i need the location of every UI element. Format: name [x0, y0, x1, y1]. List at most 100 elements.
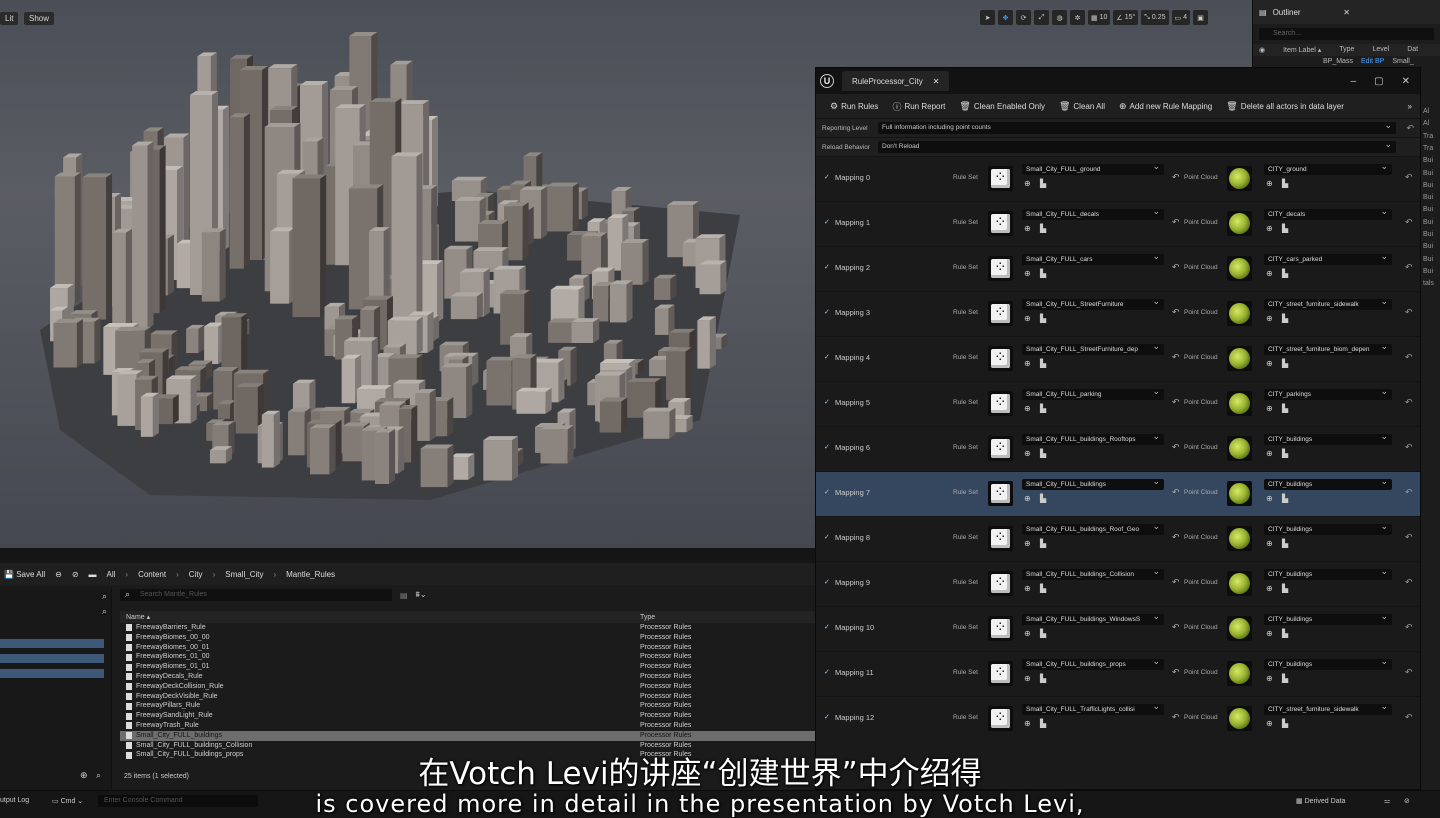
outliner-side-item[interactable]: Al [1423, 108, 1429, 115]
mapping-row[interactable]: ✓ Mapping 7 Rule Set Small_City_FULL_bui… [816, 471, 1420, 516]
reset-arrow-icon[interactable]: ↶ [1172, 622, 1180, 633]
outliner-side-item[interactable]: Bui [1423, 194, 1433, 201]
scale-icon[interactable]: ⤢ [1034, 10, 1049, 25]
folder-icon[interactable]: ▙ [1040, 584, 1046, 593]
reset-arrow-icon[interactable]: ↶ [1406, 123, 1414, 134]
enabled-checkbox[interactable]: ✓ [824, 489, 831, 496]
translate-icon[interactable]: ✥ [998, 10, 1013, 25]
world-space-icon[interactable]: ◍ [1052, 10, 1067, 25]
reset-arrow-icon[interactable]: ↶ [1405, 442, 1413, 453]
browse-icon[interactable]: ⊕ [1024, 674, 1031, 683]
folder-icon[interactable]: ▙ [1040, 674, 1046, 683]
mapping-row[interactable]: ✓ Mapping 3 Rule Set Small_City_FULL_Str… [816, 291, 1420, 336]
mapping-row[interactable]: ✓ Mapping 2 Rule Set Small_City_FULL_car… [816, 246, 1420, 291]
outliner-tab[interactable]: ▤ Outliner ✕ [1253, 0, 1440, 24]
folder-icon[interactable]: ▙ [1282, 719, 1288, 728]
folder-icon[interactable]: ▙ [1282, 539, 1288, 548]
folder-icon[interactable]: ▙ [1040, 359, 1046, 368]
folder-icon[interactable]: ▙ [1040, 629, 1046, 638]
outliner-side-item[interactable]: Bui [1423, 256, 1433, 263]
browse-icon[interactable]: ⊕ [1266, 719, 1273, 728]
asset-row[interactable]: FreewayPillars_Rule Processor Rules [120, 701, 815, 711]
lit-mode-button[interactable]: Lit [0, 12, 19, 25]
clean-enabled-button[interactable]: 🗑 Clean Enabled Only [959, 101, 1045, 112]
folder-icon[interactable]: ▙ [1282, 584, 1288, 593]
folder-icon[interactable]: ▙ [1282, 269, 1288, 278]
browse-icon[interactable]: ⊕ [1024, 179, 1031, 188]
enabled-checkbox[interactable]: ✓ [824, 264, 831, 271]
rule-set-dropdown[interactable]: Small_City_FULL_cars [1022, 254, 1164, 265]
mapping-row[interactable]: ✓ Mapping 6 Rule Set Small_City_FULL_bui… [816, 426, 1420, 471]
rule-set-dropdown[interactable]: Small_City_FULL_StreetFurniture_dep [1022, 344, 1164, 355]
col-type[interactable]: Type [640, 614, 655, 621]
reset-arrow-icon[interactable]: ↶ [1172, 577, 1180, 588]
point-cloud-dropdown[interactable]: CITY_buildings [1264, 659, 1392, 670]
mapping-row[interactable]: ✓ Mapping 1 Rule Set Small_City_FULL_dec… [816, 201, 1420, 246]
browse-icon[interactable]: ⊕ [1024, 224, 1031, 233]
browse-icon[interactable]: ⊕ [1266, 269, 1273, 278]
outliner-side-item[interactable]: Tra [1423, 145, 1433, 152]
browse-icon[interactable]: ⊕ [1024, 269, 1031, 278]
enabled-checkbox[interactable]: ✓ [824, 444, 831, 451]
select-mode-icon[interactable]: ➤ [980, 10, 995, 25]
minimize-icon[interactable]: – [1351, 76, 1357, 87]
run-report-button[interactable]: ⓘ Run Report [892, 100, 945, 113]
point-cloud-dropdown[interactable]: CITY_buildings [1264, 479, 1392, 490]
mapping-row[interactable]: ✓ Mapping 0 Rule Set Small_City_FULL_gro… [816, 156, 1420, 201]
delete-actors-button[interactable]: 🗑 Delete all actors in data layer [1226, 101, 1344, 112]
rule-set-dropdown[interactable]: Small_City_FULL_buildings_Rooftops [1022, 434, 1164, 445]
browse-icon[interactable]: ⊕ [1024, 629, 1031, 638]
reset-arrow-icon[interactable]: ↶ [1172, 172, 1180, 183]
breadcrumb-city[interactable]: City [189, 570, 203, 579]
col-data[interactable]: Dat [1407, 46, 1418, 54]
browse-icon[interactable]: ⊕ [1266, 629, 1273, 638]
close-window-icon[interactable]: ✕ [1402, 76, 1410, 87]
reset-arrow-icon[interactable]: ↶ [1405, 217, 1413, 228]
reset-arrow-icon[interactable]: ↶ [1405, 172, 1413, 183]
folder-icon[interactable]: ▙ [1282, 494, 1288, 503]
folder-tree-item[interactable] [0, 654, 104, 663]
search-icon[interactable]: ⌕ [0, 606, 111, 617]
clean-all-button[interactable]: 🗑 Clean All [1059, 101, 1105, 112]
rule-set-dropdown[interactable]: Small_City_FULL_buildings_Collision [1022, 569, 1164, 580]
settings-icon[interactable]: ⊘ [1404, 797, 1410, 805]
asset-row[interactable]: FreewaySandLight_Rule Processor Rules [120, 711, 815, 721]
angle-snap-button[interactable]: ∠ 15° [1113, 10, 1139, 25]
rule-set-dropdown[interactable]: Small_City_FULL_buildings_props [1022, 659, 1164, 670]
rotate-icon[interactable]: ⟳ [1016, 10, 1031, 25]
outliner-side-item[interactable]: Bui [1423, 243, 1433, 250]
folder-icon[interactable]: ▙ [1282, 224, 1288, 233]
asset-row[interactable]: FreewayBiomes_00_00 Processor Rules [120, 633, 815, 643]
history-back-icon[interactable]: ⊖ [55, 570, 62, 579]
folder-icon[interactable]: ▙ [1040, 224, 1046, 233]
reset-arrow-icon[interactable]: ↶ [1405, 352, 1413, 363]
reset-arrow-icon[interactable]: ↶ [1172, 217, 1180, 228]
folder-icon[interactable]: ▙ [1282, 314, 1288, 323]
browse-icon[interactable]: ⊕ [1024, 539, 1031, 548]
reset-arrow-icon[interactable]: ↶ [1172, 532, 1180, 543]
browse-icon[interactable]: ⊕ [1266, 224, 1273, 233]
mapping-row[interactable]: ✓ Mapping 9 Rule Set Small_City_FULL_bui… [816, 561, 1420, 606]
browse-icon[interactable]: ⊕ [1024, 314, 1031, 323]
browse-icon[interactable]: ⊕ [1024, 584, 1031, 593]
folder-icon[interactable]: ▙ [1040, 449, 1046, 458]
run-rules-button[interactable]: ⚙ Run Rules [830, 101, 878, 112]
rule-set-dropdown[interactable]: Small_City_FULL_ground [1022, 164, 1164, 175]
point-cloud-dropdown[interactable]: CITY_decals [1264, 209, 1392, 220]
outliner-side-item[interactable]: Bui [1423, 157, 1433, 164]
camera-speed-button[interactable]: ▭ 4 [1171, 10, 1191, 25]
browse-icon[interactable]: ⊕ [1266, 314, 1273, 323]
outliner-side-item[interactable]: tals [1423, 280, 1434, 287]
folder-icon[interactable]: ▙ [1040, 269, 1046, 278]
breadcrumb-small-city[interactable]: Small_City [225, 570, 263, 579]
point-cloud-dropdown[interactable]: CITY_buildings [1264, 524, 1392, 535]
browse-icon[interactable]: ⊕ [1266, 494, 1273, 503]
outliner-side-item[interactable]: Tra [1423, 133, 1433, 140]
reset-arrow-icon[interactable]: ↶ [1405, 622, 1413, 633]
rule-processor-tab[interactable]: RuleProcessor_City ✕ [842, 71, 950, 91]
save-search-icon[interactable]: ▤ [400, 591, 408, 600]
asset-row[interactable]: FreewayTrash_Rule Processor Rules [120, 721, 815, 731]
asset-row[interactable]: Small_City_FULL_buildings Processor Rule… [120, 730, 815, 741]
enabled-checkbox[interactable]: ✓ [824, 669, 831, 676]
outliner-side-item[interactable]: Bui [1423, 219, 1433, 226]
